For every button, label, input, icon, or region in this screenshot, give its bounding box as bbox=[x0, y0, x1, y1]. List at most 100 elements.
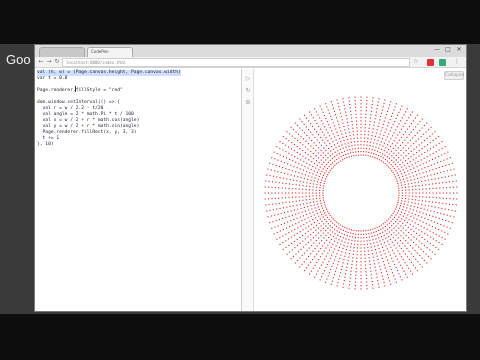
code-line[interactable]: }, 10) bbox=[37, 142, 54, 148]
tab-codepen[interactable]: CodePen bbox=[87, 47, 133, 57]
spiral-dot bbox=[451, 175, 453, 177]
spiral-dot bbox=[413, 167, 415, 169]
play-icon[interactable]: ▷ bbox=[244, 75, 252, 83]
spiral-dot bbox=[319, 117, 321, 119]
spiral-dot bbox=[397, 183, 399, 185]
spiral-dot bbox=[396, 204, 398, 206]
spiral-dot bbox=[310, 156, 312, 158]
spiral-dot bbox=[307, 154, 309, 156]
spiral-dot bbox=[418, 240, 420, 242]
spiral-dot bbox=[449, 157, 451, 159]
spiral-dot bbox=[394, 106, 396, 108]
output-canvas[interactable]: Collapse bbox=[255, 69, 466, 311]
extension-icon[interactable] bbox=[439, 59, 446, 66]
spiral-dot bbox=[408, 237, 410, 239]
spiral-dot bbox=[348, 287, 350, 289]
spiral-dot bbox=[406, 128, 408, 130]
spiral-dot bbox=[430, 258, 432, 260]
spiral-dot bbox=[307, 206, 309, 208]
spiral-dot bbox=[386, 228, 388, 230]
spiral-dot bbox=[395, 170, 397, 172]
minimize-button[interactable]: — bbox=[432, 46, 442, 54]
spiral-dot bbox=[306, 202, 308, 204]
spiral-dot bbox=[299, 168, 301, 170]
spiral-dot bbox=[360, 137, 362, 139]
spiral-dot bbox=[373, 259, 375, 262]
spiral-dot bbox=[379, 133, 381, 135]
spiral-dot bbox=[381, 275, 383, 277]
spiral-dot bbox=[419, 211, 421, 213]
spiral-dot bbox=[349, 103, 351, 106]
spiral-dot bbox=[381, 246, 384, 248]
spiral-dot bbox=[299, 231, 301, 233]
spiral-dot bbox=[349, 277, 351, 279]
spiral-dot bbox=[421, 231, 423, 233]
spiral-dot bbox=[410, 234, 412, 236]
bookmark-star-icon[interactable]: ☆ bbox=[413, 58, 421, 66]
close-button[interactable]: ✕ bbox=[454, 46, 464, 54]
extension-icon[interactable] bbox=[427, 59, 434, 66]
code-editor[interactable]: val (h, w) = (Page.canvas.height, Page.c… bbox=[35, 69, 241, 311]
spiral-dot bbox=[364, 130, 366, 132]
spiral-dot bbox=[325, 225, 327, 227]
spiral-dot bbox=[405, 192, 407, 194]
tab-blank[interactable] bbox=[39, 47, 85, 57]
spiral-dot bbox=[367, 155, 369, 157]
spiral-dot bbox=[360, 233, 362, 235]
spiral-dot bbox=[373, 242, 375, 244]
spiral-dot bbox=[288, 232, 290, 234]
spiral-dot bbox=[304, 232, 306, 234]
spiral-dot bbox=[395, 178, 397, 180]
spiral-dot bbox=[389, 216, 391, 218]
code-line[interactable]: var t = 0.0 bbox=[37, 76, 67, 82]
spiral-dot bbox=[331, 265, 333, 267]
spiral-dot bbox=[286, 206, 288, 208]
spiral-dot bbox=[426, 156, 428, 158]
spiral-dot bbox=[427, 209, 429, 211]
spiral-dot bbox=[414, 182, 416, 184]
spiral-dot bbox=[398, 152, 400, 154]
settings-icon[interactable]: ⚙ bbox=[244, 99, 252, 107]
spiral-dot bbox=[279, 207, 281, 209]
spiral-dot bbox=[316, 245, 318, 247]
spiral-dot bbox=[338, 145, 340, 147]
spiral-dot bbox=[304, 238, 306, 240]
spiral-dot bbox=[358, 230, 360, 232]
spiral-dot bbox=[418, 196, 420, 198]
spiral-dot bbox=[424, 180, 426, 182]
spiral-dot bbox=[419, 173, 421, 175]
spiral-dot bbox=[363, 233, 365, 235]
address-bar[interactable]: localhost:8080/index.html bbox=[62, 58, 410, 67]
spiral-dot bbox=[328, 147, 330, 150]
spiral-dot bbox=[298, 188, 300, 190]
spiral-dot bbox=[400, 154, 402, 156]
spiral-dot bbox=[342, 122, 344, 124]
refresh-icon[interactable]: ↻ bbox=[244, 87, 252, 95]
reload-icon[interactable]: ↻ bbox=[53, 58, 61, 66]
collapse-button[interactable]: Collapse bbox=[444, 71, 464, 80]
spiral-dot bbox=[398, 192, 400, 194]
spiral-dot bbox=[288, 152, 290, 154]
spiral-dot bbox=[288, 140, 290, 142]
browser-menu-icon[interactable]: ⋮ bbox=[453, 58, 461, 66]
spiral-dot bbox=[279, 177, 281, 179]
forward-arrow-icon[interactable]: → bbox=[45, 58, 53, 66]
maximize-button[interactable]: □ bbox=[443, 46, 453, 54]
spiral-dot bbox=[348, 97, 350, 99]
spiral-dot bbox=[351, 260, 353, 262]
spiral-dot bbox=[417, 123, 419, 125]
spiral-dot bbox=[421, 153, 423, 155]
spiral-dot bbox=[405, 155, 407, 157]
spiral-dot bbox=[267, 216, 269, 218]
back-arrow-icon[interactable]: ← bbox=[37, 58, 45, 66]
spiral-dot bbox=[414, 222, 416, 224]
spiral-dot bbox=[354, 96, 356, 98]
spiral-dot bbox=[360, 99, 362, 101]
spiral-dot bbox=[264, 192, 266, 194]
spiral-dot bbox=[330, 115, 332, 117]
spiral-dot bbox=[380, 272, 383, 274]
code-line[interactable]: Page.renderer.fillStyle = "red" bbox=[37, 88, 123, 94]
spiral-dot bbox=[410, 253, 412, 255]
spiral-dot bbox=[332, 218, 334, 220]
spiral-dot bbox=[403, 181, 405, 183]
